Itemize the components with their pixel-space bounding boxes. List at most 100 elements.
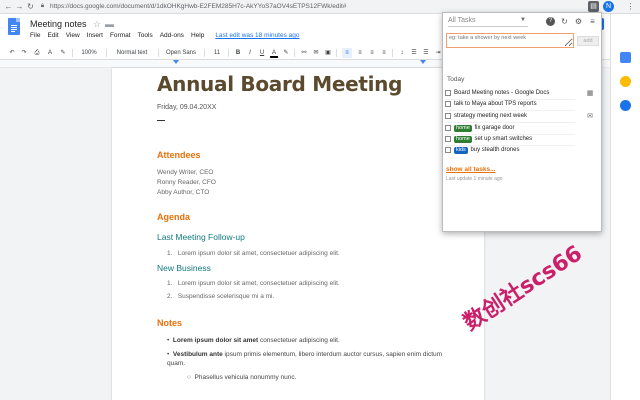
popup-header: All Tasks ▼ ? ↻ ⚙ ≡	[443, 13, 601, 31]
docs-logo-icon[interactable]	[8, 18, 20, 35]
tag-home[interactable]: home	[454, 125, 472, 132]
tasks-icon[interactable]	[620, 100, 631, 111]
undo-icon[interactable]: ↶	[8, 48, 16, 58]
task-row[interactable]: home fix garage door	[445, 123, 575, 133]
list-item: 1. Lorem ipsum dolor sit amet, consectet…	[167, 280, 340, 287]
reload-icon[interactable]: ↻	[26, 2, 35, 11]
tag-home[interactable]: home	[454, 136, 472, 143]
menu-bar: File Edit View Insert Format Tools Add-o…	[30, 32, 300, 42]
doc-date: Friday, 09.04.20XX	[157, 104, 217, 111]
divider	[157, 120, 165, 121]
bulleted-list-icon[interactable]: ☰	[422, 48, 430, 58]
italic-icon[interactable]: I	[246, 48, 254, 58]
sub-note-text: Phasellus vehicula nonummy nunc.	[194, 374, 297, 381]
style-select[interactable]: Normal text	[112, 48, 152, 58]
refresh-icon[interactable]: ↻	[560, 17, 569, 26]
sort-icon[interactable]: ≡	[588, 17, 597, 26]
task-row[interactable]: Board Meeting notes - Google Docs	[445, 88, 575, 98]
task-checkbox[interactable]	[445, 101, 451, 107]
gear-icon[interactable]: ⚙	[574, 17, 583, 26]
star-icon[interactable]: ☆	[93, 19, 101, 30]
task-checkbox[interactable]	[445, 125, 451, 131]
task-text-wrap: home set up smart switches	[454, 134, 532, 144]
screen: ← → ↻ 🔒︎ https://docs.google.com/documen…	[0, 0, 640, 400]
note-bullet: • Vestibulum ante ipsum primis elementum…	[167, 351, 443, 367]
font-size-select[interactable]: 11	[212, 48, 222, 58]
tag-kids[interactable]: kids	[454, 147, 468, 154]
menu-edit[interactable]: Edit	[47, 32, 58, 42]
menu-insert[interactable]: Insert	[87, 32, 103, 42]
forward-icon[interactable]: →	[15, 2, 24, 11]
address-bar[interactable]: https://docs.google.com/document/d/1dkOH…	[50, 2, 570, 12]
align-justify-icon[interactable]: ≡	[380, 48, 388, 58]
help-icon[interactable]: ?	[546, 17, 555, 26]
menu-tools[interactable]: Tools	[138, 32, 153, 42]
underline-icon[interactable]: U	[258, 48, 266, 58]
folder-icon[interactable]: ▬	[105, 19, 114, 29]
back-icon[interactable]: ←	[4, 2, 13, 11]
doc-heading-title: Annual Board Meeting	[157, 72, 403, 96]
redo-icon[interactable]: ↷	[20, 48, 28, 58]
add-task-button[interactable]: add	[577, 36, 599, 46]
right-indent-marker[interactable]	[420, 60, 426, 64]
task-checkbox[interactable]	[445, 113, 451, 119]
calendar-icon[interactable]: ▦	[586, 90, 594, 98]
align-left-icon[interactable]: ≡	[342, 48, 352, 58]
link-icon[interactable]: ⚯	[300, 48, 308, 58]
menu-addons[interactable]: Add-ons	[160, 32, 184, 42]
task-text: strategy meeting next week	[454, 113, 528, 119]
calendar-icon[interactable]	[620, 52, 631, 63]
show-all-tasks-link[interactable]: show all tasks...	[446, 166, 496, 173]
task-checkbox[interactable]	[445, 136, 451, 142]
note-bullet: • Lorem ipsum dolor sit amet consectetue…	[167, 337, 340, 344]
menu-format[interactable]: Format	[110, 32, 131, 42]
tasks-extension-icon[interactable]: ▤	[588, 1, 599, 12]
task-row[interactable]: talk to Maya about TPS reports	[445, 99, 575, 109]
align-right-icon[interactable]: ≡	[368, 48, 376, 58]
task-checkbox[interactable]	[445, 90, 451, 96]
today-section-label: Today	[447, 76, 465, 83]
task-list-select[interactable]: All Tasks ▼	[448, 17, 528, 27]
numbered-list-icon[interactable]: ☰	[410, 48, 418, 58]
spellcheck-icon[interactable]: A	[46, 48, 54, 58]
sub-note-bullet: ○ Phasellus vehicula nonummy nunc.	[187, 374, 297, 381]
task-row[interactable]: home set up smart switches	[445, 134, 575, 144]
menu-help[interactable]: Help	[191, 32, 204, 42]
left-indent-marker[interactable]	[173, 60, 179, 64]
task-text-wrap: kids buy stealth drones	[454, 145, 519, 155]
indent-icon[interactable]: ⇥	[434, 48, 442, 58]
document-title-field[interactable]: Meeting notes	[30, 19, 87, 29]
bold-icon[interactable]: B	[234, 48, 242, 58]
browser-menu-icon[interactable]: ⋮	[626, 2, 635, 11]
mail-icon[interactable]: ✉	[586, 113, 594, 121]
task-row[interactable]: kids buy stealth drones	[445, 145, 575, 155]
new-task-input[interactable]	[446, 33, 574, 48]
list-item-text: Lorem ipsum dolor sit amet, consectetuer…	[177, 250, 340, 257]
menu-view[interactable]: View	[66, 32, 80, 42]
font-select[interactable]: Open Sans	[164, 48, 198, 58]
attendees-heading: Attendees	[157, 150, 201, 160]
attendee-line: Ronny Reader, CFO	[157, 179, 216, 186]
profile-extension-icon[interactable]: N	[603, 1, 614, 12]
zoom-select[interactable]: 100%	[78, 48, 100, 58]
align-center-icon[interactable]: ≡	[356, 48, 364, 58]
highlight-icon[interactable]: ✎	[282, 48, 290, 58]
task-text: set up smart switches	[474, 136, 533, 142]
paint-format-icon[interactable]: ✎	[59, 48, 67, 58]
print-icon[interactable]: ⎙	[33, 48, 41, 58]
list-item: 1. Lorem ipsum dolor sit amet, consectet…	[167, 250, 340, 257]
line-spacing-icon[interactable]: ↕	[398, 48, 406, 58]
task-checkbox[interactable]	[445, 147, 451, 153]
comment-icon[interactable]: ✉	[312, 48, 320, 58]
image-icon[interactable]: ▣	[324, 48, 332, 58]
last-update-text: Last update 1 minute ago	[446, 176, 503, 182]
document-page[interactable]: Annual Board Meeting Friday, 09.04.20XX …	[112, 68, 484, 400]
text-color-icon[interactable]: A	[270, 48, 278, 58]
task-row[interactable]: strategy meeting next week	[445, 111, 575, 121]
keep-icon[interactable]	[620, 76, 631, 87]
task-text-wrap: home fix garage door	[454, 123, 514, 133]
list-item: 2. Suspendisse scelerisque mi a mi.	[167, 293, 275, 300]
tasks-popup: All Tasks ▼ ? ↻ ⚙ ≡ add Today ▦ ✉ Board …	[442, 12, 602, 232]
menu-file[interactable]: File	[30, 32, 40, 42]
last-edit-link[interactable]: Last edit was 18 minutes ago	[215, 32, 299, 42]
